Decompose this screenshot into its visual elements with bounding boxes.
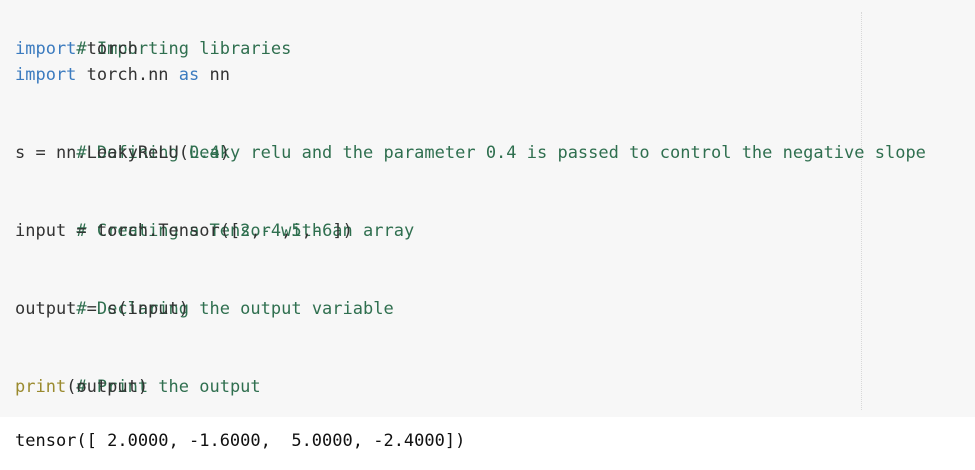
cell-output: tensor([ 2.0000, -1.6000, 5.0000, -2.400… — [15, 431, 466, 451]
code-text: s = nn.LeakyReLU( — [15, 143, 189, 163]
code-line-3: import torch.nn as nn — [15, 62, 926, 88]
code-line-8: # Creating a Tensor with an array — [15, 192, 926, 241]
keyword-as: as — [178, 65, 200, 85]
code-line-9: input = torch.Tensor([2,-4,5,-6]) — [15, 218, 926, 244]
code-line-1: # Importing libraries — [15, 10, 926, 59]
number-literal: 5 — [291, 221, 302, 241]
number-literal: -4 — [260, 221, 282, 241]
code-editor[interactable]: # Importing libraries import torch impor… — [15, 10, 926, 400]
code-text: , — [301, 221, 312, 241]
builtin-print: print — [15, 377, 67, 397]
code-text: output = s(input) — [15, 299, 189, 319]
code-line-5: # Defining Leaky relu and the parameter … — [15, 114, 926, 163]
code-line-14: # Print the output — [15, 348, 926, 397]
code-text: nn — [199, 65, 230, 85]
code-text: (output) — [66, 377, 149, 397]
number-literal: 0.4 — [189, 143, 220, 163]
code-text: , — [281, 221, 292, 241]
code-line-13-blank — [15, 322, 926, 348]
code-line-7-blank — [15, 166, 926, 192]
number-literal: -6 — [311, 221, 333, 241]
code-line-10-blank — [15, 244, 926, 270]
number-literal: 2 — [240, 221, 251, 241]
code-text: ) — [219, 143, 230, 163]
code-text: torch.nn — [76, 65, 179, 85]
code-line-11: # Declaring the output variable — [15, 270, 926, 319]
keyword-import: import — [15, 39, 77, 59]
code-text: ]) — [332, 221, 353, 241]
code-line-4-blank — [15, 88, 926, 114]
code-text: torch — [76, 39, 138, 59]
code-text: , — [250, 221, 261, 241]
keyword-import: import — [15, 65, 77, 85]
code-text: input = torch.Tensor([ — [15, 221, 241, 241]
code-line-12: output = s(input) — [15, 296, 926, 322]
code-cell[interactable]: # Importing libraries import torch impor… — [0, 0, 975, 417]
